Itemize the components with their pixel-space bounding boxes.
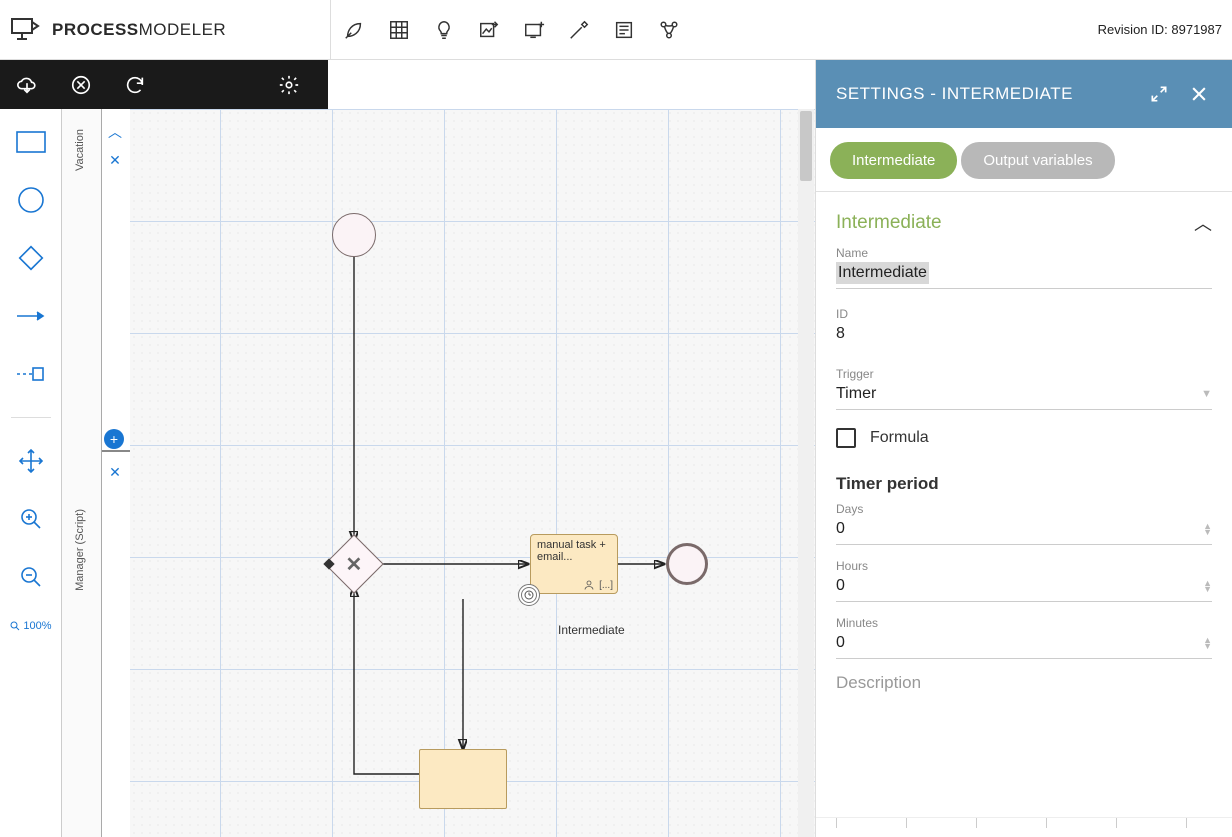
app-logo-icon [10,17,40,43]
panel-ruler [816,817,1232,837]
manual-task-node[interactable]: manual task + email... [...] [530,534,618,594]
task-label: manual task + email... [537,539,606,563]
tab-output-variables[interactable]: Output variables [961,142,1114,179]
canvas-viewport: ✕ manual task + email... [...] Intermedi… [130,109,815,837]
minutes-label: Minutes [836,616,1212,630]
end-event-node[interactable] [666,543,708,585]
revision-id: Revision ID: 8971987 [1098,22,1232,37]
id-label: ID [836,307,1212,321]
top-tools [330,0,691,59]
app-logo-text: PROCESSMODELER [52,20,226,40]
id-field: ID 8 [836,307,1212,349]
lightbulb-icon[interactable] [421,0,466,60]
formula-checkbox[interactable] [836,428,856,448]
hours-input[interactable]: 0 ▲▼ [836,575,1212,602]
lane-label-top: Vacation [74,129,86,171]
eyedropper-icon[interactable] [556,0,601,60]
days-field: Days 0 ▲▼ [836,502,1212,545]
panel-tabs: Intermediate Output variables [816,128,1232,192]
trigger-dropdown[interactable]: Timer ▼ [836,383,1212,410]
zoom-in-icon[interactable] [14,504,48,534]
refresh-icon[interactable] [108,60,162,109]
description-label: Description [836,673,1212,693]
cancel-icon[interactable] [54,60,108,109]
task-node-2[interactable] [419,749,507,809]
chevron-down-icon: ▼ [1201,388,1212,400]
palette-connector[interactable] [14,359,48,389]
lane-label-bottom: Manager (Script) [74,509,86,591]
settings-panel: SETTINGS - INTERMEDIATE Intermediate Out… [815,60,1232,837]
panel-body: Intermediate ︿ Name Intermediate ID 8 Tr… [816,192,1232,817]
rocket-icon[interactable] [331,0,376,60]
lane-add-button[interactable]: + [104,429,124,449]
days-input[interactable]: 0 ▲▼ [836,518,1212,545]
panel-title: SETTINGS - INTERMEDIATE [836,84,1132,104]
form-icon[interactable] [601,0,646,60]
palette-diamond[interactable] [14,243,48,273]
name-label: Name [836,246,1212,260]
shape-palette: 100% [0,109,62,837]
export-image-icon[interactable] [466,0,511,60]
minutes-input[interactable]: 0 ▲▼ [836,632,1212,659]
hours-spinner[interactable]: ▲▼ [1203,580,1212,592]
settings-gear-icon[interactable] [262,60,316,109]
palette-circle[interactable] [14,185,48,215]
process-canvas[interactable]: ✕ manual task + email... [...] Intermedi… [130,109,815,837]
minutes-spinner[interactable]: ▲▼ [1203,637,1212,649]
cloud-icon[interactable] [0,60,54,109]
id-value: 8 [836,323,1212,349]
zoom-out-icon[interactable] [14,562,48,592]
days-spinner[interactable]: ▲▼ [1203,523,1212,535]
section-intermediate-header[interactable]: Intermediate ︿ [836,210,1212,236]
add-screen-icon[interactable] [511,0,556,60]
hours-label: Hours [836,559,1212,573]
formula-checkbox-row: Formula [836,428,1212,448]
zoom-level[interactable]: 100% [9,620,51,632]
palette-separator [11,417,51,418]
app-logo: PROCESSMODELER [0,17,330,43]
intermediate-event-label: Intermediate [558,623,625,637]
minutes-field: Minutes 0 ▲▼ [836,616,1212,659]
palette-move[interactable] [14,446,48,476]
lane-close-icon[interactable]: ✕ [106,151,124,169]
grid-icon[interactable] [376,0,421,60]
palette-rectangle[interactable] [14,127,48,157]
workflow-icon[interactable] [646,0,691,60]
panel-header: SETTINGS - INTERMEDIATE [816,60,1232,128]
tab-intermediate[interactable]: Intermediate [830,142,957,179]
connector-arrows [130,109,815,837]
intermediate-event-node[interactable] [518,584,540,606]
lane-controls: ︿ ✕ + ✕ [102,109,130,837]
top-toolbar: PROCESSMODELER Revision ID: 8971987 [0,0,1232,60]
timer-period-title: Timer period [836,474,1212,494]
formula-label: Formula [870,429,929,447]
name-input[interactable]: Intermediate [836,262,929,284]
gateway-node[interactable]: ✕ [333,543,375,585]
lane-close-icon-2[interactable]: ✕ [106,463,124,481]
palette-arrow[interactable] [14,301,48,331]
trigger-label: Trigger [836,367,1212,381]
close-icon[interactable] [1186,81,1212,107]
name-field: Name Intermediate [836,246,1212,289]
workspace-toolbar [0,60,328,109]
start-event-node[interactable] [332,213,376,257]
trigger-field: Trigger Timer ▼ [836,367,1212,410]
canvas-scrollbar[interactable] [798,109,814,837]
lane-collapse-icon[interactable]: ︿ [106,123,124,141]
chevron-up-icon: ︿ [1194,210,1212,236]
hours-field: Hours 0 ▲▼ [836,559,1212,602]
swimlane-headers: Vacation Manager (Script) [62,109,102,837]
task-badges: [...] [583,579,613,591]
expand-icon[interactable] [1146,81,1172,107]
days-label: Days [836,502,1212,516]
